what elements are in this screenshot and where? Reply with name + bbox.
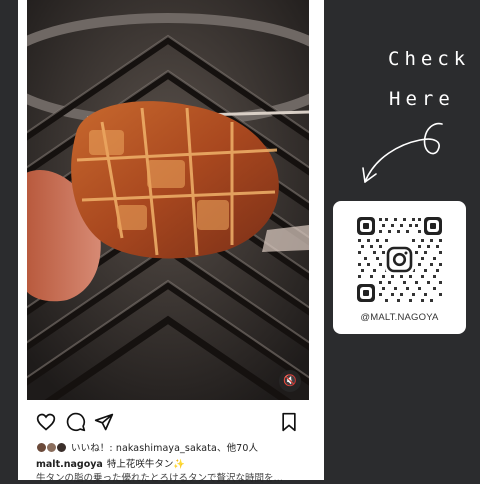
account-name[interactable]: malt.nagoya [36, 459, 103, 470]
bookmark-icon[interactable] [279, 412, 299, 432]
arrow-icon [362, 122, 443, 183]
share-icon[interactable] [94, 412, 114, 432]
comment-icon[interactable] [66, 412, 86, 432]
here-text: Here [389, 88, 455, 110]
post-image[interactable]: 🔇 [27, 0, 309, 400]
caption-text-line2: 牛タンの脂の乗った優れたとろけるタンで贅沢な時間を… [36, 473, 284, 484]
likes-text[interactable]: いいね！: nakashimaya_sakata、他70人 [71, 440, 258, 454]
qr-card[interactable]: @MALT.NAGOYA [333, 201, 466, 334]
caption-text: 特上花咲牛タン✨ [106, 459, 186, 470]
avatar[interactable] [56, 441, 67, 453]
mute-icon[interactable]: 🔇 [279, 370, 301, 392]
post-caption: malt.nagoya 特上花咲牛タン✨ [36, 456, 185, 470]
heart-icon[interactable] [36, 412, 56, 432]
qr-handle: @MALT.NAGOYA [360, 312, 439, 323]
post-actions [36, 412, 296, 436]
grilled-beef-tongue-photo [27, 0, 309, 400]
likes-row: いいね！: nakashimaya_sakata、他70人 [36, 440, 258, 454]
check-text: Check [388, 48, 471, 70]
qr-code[interactable] [355, 215, 444, 304]
